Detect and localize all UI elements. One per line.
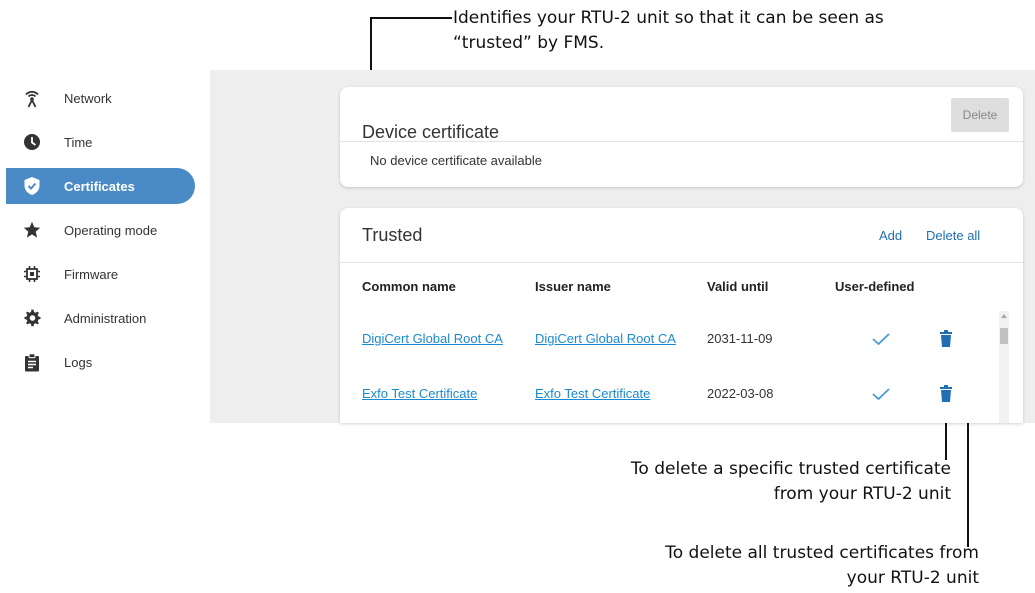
issuer-name-link[interactable]: Exfo Test Certificate xyxy=(535,386,650,401)
valid-until: 2022-03-08 xyxy=(707,386,774,401)
scroll-up-arrow-icon[interactable] xyxy=(1001,314,1007,318)
sidebar-item-label: Logs xyxy=(64,354,93,370)
sidebar-item-label: Time xyxy=(64,134,93,150)
common-name-link[interactable]: Exfo Test Certificate xyxy=(362,386,477,401)
delete-device-certificate-button[interactable]: Delete xyxy=(951,98,1009,132)
column-header-valid-until: Valid until xyxy=(707,279,769,294)
shield-check-icon xyxy=(22,176,42,196)
column-header-common-name: Common name xyxy=(362,279,456,294)
sidebar-item-network[interactable]: Network xyxy=(6,80,195,116)
sidebar-item-certificates[interactable]: Certificates xyxy=(6,168,195,204)
sidebar-item-label: Administration xyxy=(64,310,147,326)
delete-all-button[interactable]: Delete all xyxy=(926,228,980,243)
table-scrollbar[interactable] xyxy=(999,311,1009,423)
clock-icon xyxy=(22,132,42,152)
antenna-icon xyxy=(22,88,42,108)
valid-until: 2031-11-09 xyxy=(707,331,773,346)
callout-delete-row: To delete a specific trusted certificate… xyxy=(631,457,951,507)
check-icon xyxy=(872,388,890,400)
card-title: Device certificate xyxy=(362,122,500,142)
callout-line: Identifies your RTU-2 unit so that it ca… xyxy=(453,8,884,28)
column-header-issuer-name: Issuer name xyxy=(535,279,611,294)
main-panel: Device certificate Delete No device cert… xyxy=(210,70,1035,423)
sidebar-item-firmware[interactable]: Firmware xyxy=(6,256,195,292)
sidebar-item-administration[interactable]: Administration xyxy=(6,300,195,336)
device-certificate-card: Device certificate Delete No device cert… xyxy=(340,87,1023,187)
trusted-certificates-card: Trusted Add Delete all Common name Issue… xyxy=(340,208,1023,423)
callout-device-certificate: Identifies your RTU-2 unit so that it ca… xyxy=(453,6,1013,56)
clipboard-icon xyxy=(22,352,42,372)
callout-line: your RTU-2 unit xyxy=(846,568,979,588)
gear-icon xyxy=(22,308,42,328)
leader-line-top-h xyxy=(370,17,452,19)
trash-icon[interactable] xyxy=(940,385,952,402)
common-name-link[interactable]: DigiCert Global Root CA xyxy=(362,331,503,346)
callout-line: from your RTU-2 unit xyxy=(773,484,951,504)
sidebar-item-logs[interactable]: Logs xyxy=(6,344,195,380)
sidebar-item-time[interactable]: Time xyxy=(6,124,195,160)
callout-line: To delete a specific trusted certificate xyxy=(630,459,951,479)
check-icon xyxy=(872,333,890,345)
divider xyxy=(340,141,1023,142)
star-icon xyxy=(22,220,42,240)
column-header-user-defined: User-defined xyxy=(835,279,915,294)
scrollbar-thumb[interactable] xyxy=(1000,328,1008,344)
sidebar-item-label: Firmware xyxy=(64,266,119,282)
sidebar-item-label: Operating mode xyxy=(64,222,158,238)
divider xyxy=(340,262,1023,263)
empty-message: No device certificate available xyxy=(370,153,542,168)
sidebar-item-label: Network xyxy=(64,90,112,106)
chip-icon xyxy=(22,264,42,284)
trash-icon[interactable] xyxy=(940,330,952,347)
card-title: Trusted xyxy=(362,225,423,245)
issuer-name-link[interactable]: DigiCert Global Root CA xyxy=(535,331,676,346)
callout-line: To delete all trusted certificates from xyxy=(665,543,979,563)
sidebar-item-operating-mode[interactable]: Operating mode xyxy=(6,212,195,248)
callout-line: “trusted” by FMS. xyxy=(453,33,605,53)
sidebar-item-label: Certificates xyxy=(64,178,135,194)
add-certificate-button[interactable]: Add xyxy=(879,228,902,243)
callout-delete-all: To delete all trusted certificates from … xyxy=(665,541,979,591)
